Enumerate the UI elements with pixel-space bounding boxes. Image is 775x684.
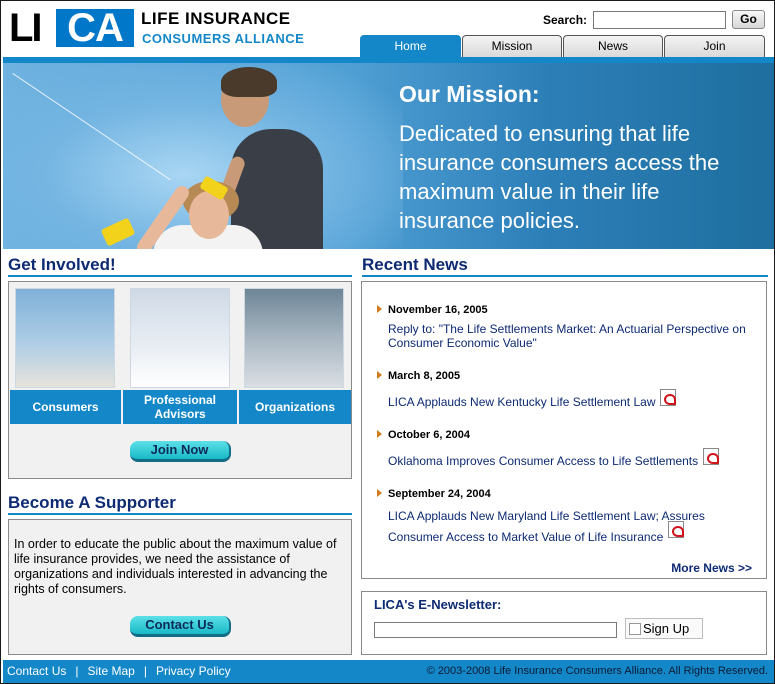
more-news-link[interactable]: More News >> (671, 561, 752, 575)
pdf-icon[interactable] (703, 448, 719, 465)
news-item-link[interactable]: Oklahoma Improves Consumer Access to Lif… (388, 454, 708, 468)
bullet-arrow-icon (377, 305, 382, 313)
section-rule (8, 513, 352, 515)
search-label: Search: (543, 13, 588, 27)
get-involved-panel: Consumers Professional Advisors Organiza… (8, 281, 352, 479)
news-item-link[interactable]: LICA Applauds New Kentucky Life Settleme… (388, 395, 678, 409)
page-frame: LI CA LIFE INSURANCE CONSUMERS ALLIANCE … (0, 0, 775, 684)
lica-logo[interactable]: LI CA (9, 6, 134, 50)
sign-up-button[interactable]: Sign Up (625, 618, 703, 639)
supporter-heading: Become A Supporter (8, 493, 176, 512)
footer-bar: Contact Us | Site Map | Privacy Policy © 200… (3, 660, 774, 683)
tab-news[interactable]: News (563, 35, 663, 57)
footer-privacy-policy-link[interactable]: Privacy Policy (156, 664, 231, 678)
bullet-arrow-icon (377, 430, 382, 438)
pdf-icon[interactable] (668, 521, 684, 538)
section-rule (362, 275, 768, 277)
hero-banner: Our Mission: Dedicated to ensuring that … (3, 63, 774, 249)
broken-image-icon (629, 623, 641, 635)
news-date: September 24, 2004 (388, 488, 491, 500)
section-rule (8, 275, 352, 277)
footer-contact-us-link[interactable]: Contact Us (7, 664, 66, 678)
footer-links: Contact Us | Site Map | Privacy Policy (7, 664, 231, 678)
pdf-icon[interactable] (660, 389, 676, 406)
tab-home[interactable]: Home (360, 35, 461, 59)
footer-copyright: © 2003-2008 Life Insurance Consumers All… (426, 665, 768, 677)
organizations-link[interactable]: Organizations (239, 390, 351, 424)
search-input[interactable] (593, 11, 726, 29)
mission-title: Our Mission: (399, 81, 540, 107)
newsletter-email-input[interactable] (374, 622, 617, 638)
footer-separator: | (75, 664, 79, 678)
consumers-link[interactable]: Consumers (10, 390, 121, 424)
supporter-text: In order to educate the public about the… (14, 537, 337, 596)
recent-news-panel: November 16, 2005 Reply to: "The Life Se… (361, 281, 767, 579)
news-date: March 8, 2005 (388, 370, 461, 382)
newsletter-panel: LICA's E-Newsletter: Sign Up (361, 591, 767, 655)
professional-advisors-link[interactable]: Professional Advisors (123, 390, 237, 424)
advisors-photo[interactable] (130, 288, 230, 388)
main-nav-tabs: Home Mission News Join (360, 35, 765, 59)
mission-text: Dedicated to ensuring that life insuranc… (399, 121, 720, 233)
consumers-photo[interactable] (15, 288, 115, 388)
contact-us-button[interactable]: Contact Us (130, 616, 231, 637)
get-involved-heading: Get Involved! (8, 255, 116, 274)
hero-photo-father-hair (221, 67, 277, 97)
recent-news-heading: Recent News (362, 255, 468, 274)
logo-letters-left: LI (9, 6, 43, 50)
footer-separator: | (143, 664, 147, 678)
bullet-arrow-icon (377, 371, 382, 379)
logo-letters-right: CA (56, 8, 134, 48)
supporter-panel: In order to educate the public about the… (8, 519, 352, 655)
footer-site-map-link[interactable]: Site Map (87, 664, 134, 678)
news-item-link[interactable]: LICA Applauds New Maryland Life Settleme… (388, 506, 713, 548)
news-date: October 6, 2004 (388, 429, 470, 441)
newsletter-title: LICA's E-Newsletter: (374, 597, 502, 612)
tab-join[interactable]: Join (664, 35, 765, 57)
go-button[interactable]: Go (732, 10, 765, 29)
join-now-button[interactable]: Join Now (130, 441, 231, 462)
sign-up-label: Sign Up (643, 621, 690, 636)
tab-mission[interactable]: Mission (462, 35, 562, 57)
brand-name-line1: LIFE INSURANCE (141, 9, 291, 28)
organizations-photo[interactable] (244, 288, 344, 388)
news-item-link[interactable]: Reply to: "The Life Settlements Market: … (388, 322, 758, 350)
brand-name-line2: CONSUMERS ALLIANCE (142, 31, 305, 46)
news-date: November 16, 2005 (388, 304, 488, 316)
bullet-arrow-icon (377, 489, 382, 497)
